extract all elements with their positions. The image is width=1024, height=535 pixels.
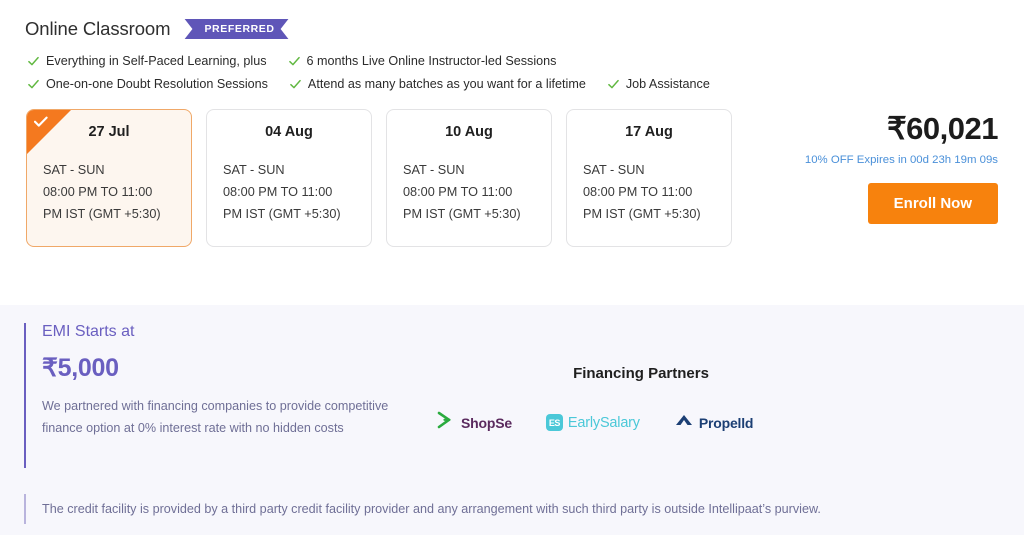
batch-time-line1: 08:00 PM TO 11:00 <box>583 184 693 199</box>
batch-selector-row: 27 Jul SAT - SUN 08:00 PM TO 11:00 PM IS… <box>0 109 1024 247</box>
batch-card[interactable]: 17 Aug SAT - SUN 08:00 PM TO 11:00 PM IS… <box>566 109 732 247</box>
batch-card[interactable]: 04 Aug SAT - SUN 08:00 PM TO 11:00 PM IS… <box>206 109 372 247</box>
emi-panel: EMI Starts at ₹5,000 We partnered with f… <box>0 305 1024 535</box>
earlysalary-es-icon: ES <box>545 414 563 431</box>
check-icon <box>290 79 301 90</box>
credit-facility-disclaimer: The credit facility is provided by a thi… <box>24 494 998 524</box>
partner-name: ShopSe <box>461 414 512 431</box>
preferred-badge: PREFERRED <box>184 19 288 40</box>
emi-details: EMI Starts at ₹5,000 We partnered with f… <box>24 323 424 468</box>
check-icon <box>28 79 39 90</box>
shopse-chevron-icon <box>436 410 456 435</box>
feature-item: Job Assistance <box>608 77 710 91</box>
propelld-triangle-icon <box>674 412 694 433</box>
financing-partners-section: Financing Partners ShopSe ES EarlySalary <box>424 323 998 468</box>
financing-partners-title: Financing Partners <box>573 365 709 382</box>
batch-time-line2: PM IST (GMT +5:30) <box>583 206 701 221</box>
offer-countdown: 10% OFF Expires in 00d 23h 19m 09s <box>804 154 998 166</box>
batch-time-line2: PM IST (GMT +5:30) <box>223 206 341 221</box>
course-price: ₹60,021 <box>886 111 999 146</box>
partner-name: EarlySalary <box>567 414 640 431</box>
pricing-block: ₹60,021 10% OFF Expires in 00d 23h 19m 0… <box>805 109 1024 224</box>
check-icon <box>28 56 39 67</box>
check-icon <box>608 79 619 90</box>
partner-earlysalary[interactable]: ES EarlySalary <box>545 414 640 431</box>
batch-date: 27 Jul <box>88 124 130 140</box>
feature-label: Attend as many batches as you want for a… <box>307 77 586 91</box>
batch-card[interactable]: 10 Aug SAT - SUN 08:00 PM TO 11:00 PM IS… <box>386 109 552 247</box>
batch-days: SAT - SUN <box>583 163 645 177</box>
batch-card[interactable]: 27 Jul SAT - SUN 08:00 PM TO 11:00 PM IS… <box>26 109 192 247</box>
batch-time-line2: PM IST (GMT +5:30) <box>43 206 161 221</box>
feature-item: One-on-one Doubt Resolution Sessions <box>28 77 268 91</box>
batch-time-line1: 08:00 PM TO 11:00 <box>43 184 153 199</box>
batch-date: 10 Aug <box>445 124 493 140</box>
feature-item: 6 months Live Online Instructor-led Sess… <box>288 54 557 68</box>
batch-days: SAT - SUN <box>43 163 105 177</box>
feature-item: Everything in Self-Paced Learning, plus <box>28 54 267 68</box>
partner-propelld[interactable]: Propelld <box>674 412 753 433</box>
partner-logo-list: ShopSe ES EarlySalary Propelld <box>424 410 998 435</box>
check-icon <box>288 56 300 67</box>
emi-description: We partnered with financing companies to… <box>42 399 389 436</box>
emi-title: EMI Starts at <box>42 323 135 340</box>
feature-label: 6 months Live Online Instructor-led Sess… <box>306 54 557 68</box>
page-title: Online Classroom <box>25 18 171 39</box>
partner-name: Propelld <box>698 414 754 431</box>
batch-days: SAT - SUN <box>403 163 465 177</box>
plan-header: Online Classroom PREFERRED <box>0 0 1024 40</box>
partner-shopse[interactable]: ShopSe <box>436 410 512 435</box>
batch-date: 04 Aug <box>265 124 313 140</box>
batch-time-line2: PM IST (GMT +5:30) <box>403 206 521 221</box>
batch-days: SAT - SUN <box>223 163 285 177</box>
feature-label: Everything in Self-Paced Learning, plus <box>46 54 267 68</box>
emi-amount: ₹5,000 <box>42 354 119 382</box>
feature-label: Job Assistance <box>625 77 710 91</box>
batch-date: 17 Aug <box>625 124 673 140</box>
feature-label: One-on-one Doubt Resolution Sessions <box>46 77 268 91</box>
enroll-now-button[interactable]: Enroll Now <box>867 183 998 224</box>
feature-list: Everything in Self-Paced Learning, plus … <box>28 54 838 91</box>
feature-item: Attend as many batches as you want for a… <box>290 77 586 91</box>
batch-time-line1: 08:00 PM TO 11:00 <box>223 184 333 199</box>
batch-time-line1: 08:00 PM TO 11:00 <box>403 184 513 199</box>
